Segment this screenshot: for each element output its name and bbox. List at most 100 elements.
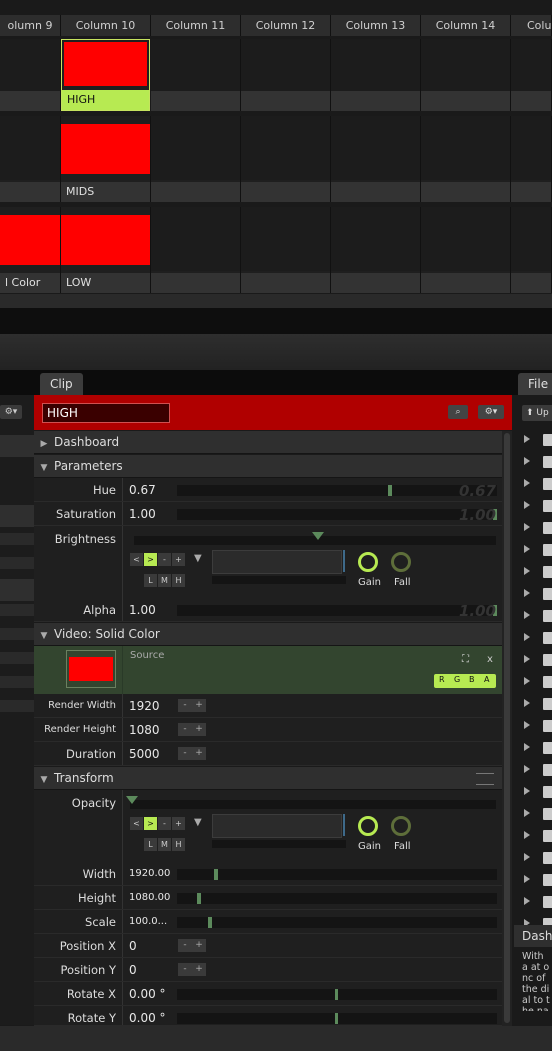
- chevron-down-icon[interactable]: ▼: [194, 553, 202, 564]
- tab-clip[interactable]: Clip: [40, 373, 83, 395]
- env-low-button[interactable]: L: [144, 838, 157, 851]
- gain-knob[interactable]: [358, 816, 378, 836]
- file-item[interactable]: [512, 539, 552, 561]
- gain-knob[interactable]: [358, 552, 378, 572]
- column-header-10[interactable]: Column 10: [61, 15, 151, 36]
- envelope-graph[interactable]: [212, 550, 342, 574]
- file-item[interactable]: [512, 583, 552, 605]
- clip-cell-color[interactable]: l Color: [0, 207, 61, 293]
- file-item[interactable]: [512, 517, 552, 539]
- clip-cell[interactable]: [151, 39, 241, 111]
- clip-cell[interactable]: [511, 207, 552, 293]
- file-item[interactable]: [512, 429, 552, 451]
- section-transform[interactable]: ▼ Transform: [34, 767, 502, 790]
- minus-button[interactable]: -: [178, 699, 192, 712]
- clip-cell[interactable]: [0, 116, 61, 202]
- env-prev-button[interactable]: <: [130, 553, 143, 566]
- scale-slider[interactable]: [177, 917, 497, 928]
- file-item[interactable]: [512, 473, 552, 495]
- fall-knob[interactable]: [391, 552, 411, 572]
- plus-button[interactable]: +: [192, 723, 206, 736]
- env-high-button[interactable]: H: [172, 574, 185, 587]
- clip-cell-mids[interactable]: MIDS: [61, 116, 151, 202]
- file-item[interactable]: [512, 627, 552, 649]
- gear-icon[interactable]: ⚙▾: [0, 405, 22, 419]
- env-minus-button[interactable]: -: [158, 553, 171, 566]
- file-item[interactable]: [512, 561, 552, 583]
- clip-cell[interactable]: [241, 39, 331, 111]
- rgba-toggle[interactable]: R G B A: [434, 674, 496, 688]
- minus-button[interactable]: -: [178, 963, 192, 976]
- plus-button[interactable]: +: [192, 963, 206, 976]
- envelope-range[interactable]: [212, 840, 346, 848]
- rotate-x-slider[interactable]: [177, 989, 497, 1000]
- search-icon[interactable]: ⌕: [448, 405, 468, 419]
- clip-cell-low[interactable]: LOW: [61, 207, 151, 293]
- column-header-13[interactable]: Column 13: [331, 15, 421, 36]
- opacity-slider[interactable]: [130, 800, 496, 809]
- env-next-button[interactable]: >: [144, 553, 157, 566]
- clip-cell[interactable]: [151, 207, 241, 293]
- tab-files[interactable]: File: [518, 373, 552, 395]
- file-item[interactable]: [512, 737, 552, 759]
- fullscreen-icon[interactable]: ⛶: [462, 654, 469, 665]
- opacity-handle[interactable]: [126, 796, 138, 804]
- clip-cell[interactable]: [421, 207, 511, 293]
- file-item[interactable]: [512, 649, 552, 671]
- minus-button[interactable]: -: [178, 939, 192, 952]
- column-header-15[interactable]: Colu: [511, 15, 552, 36]
- section-parameters[interactable]: ▼ Parameters: [34, 455, 502, 478]
- file-item[interactable]: [512, 671, 552, 693]
- drag-handle-icon[interactable]: [476, 773, 494, 785]
- close-icon[interactable]: x: [487, 654, 493, 665]
- column-header-12[interactable]: Column 12: [241, 15, 331, 36]
- source-thumbnail[interactable]: [66, 650, 116, 688]
- file-item[interactable]: [512, 891, 552, 913]
- env-mid-button[interactable]: M: [158, 574, 171, 587]
- brightness-handle[interactable]: [312, 532, 324, 540]
- plus-button[interactable]: +: [192, 747, 206, 760]
- section-dashboard[interactable]: ▶ Dashboard: [34, 431, 502, 454]
- file-item[interactable]: [512, 715, 552, 737]
- file-item[interactable]: [512, 781, 552, 803]
- section-video[interactable]: ▼ Video: Solid Color: [34, 623, 502, 646]
- height-slider[interactable]: [177, 893, 497, 904]
- env-high-button[interactable]: H: [172, 838, 185, 851]
- width-slider[interactable]: [177, 869, 497, 880]
- clip-cell[interactable]: [0, 39, 61, 111]
- clip-cell[interactable]: [331, 116, 421, 202]
- up-button[interactable]: ⬆ Up: [522, 405, 552, 421]
- clip-name-field[interactable]: HIGH: [42, 403, 170, 423]
- file-item[interactable]: [512, 869, 552, 891]
- env-minus-button[interactable]: -: [158, 817, 171, 830]
- clip-cell[interactable]: [421, 39, 511, 111]
- plus-button[interactable]: +: [192, 699, 206, 712]
- env-low-button[interactable]: L: [144, 574, 157, 587]
- file-item[interactable]: [512, 847, 552, 869]
- file-item[interactable]: [512, 451, 552, 473]
- hue-slider[interactable]: [177, 485, 497, 496]
- gear-icon[interactable]: ⚙▾: [478, 405, 504, 419]
- file-item[interactable]: [512, 495, 552, 517]
- column-header-9[interactable]: olumn 9: [0, 15, 61, 36]
- alpha-slider[interactable]: [177, 605, 497, 616]
- envelope-range[interactable]: [212, 576, 346, 584]
- clip-cell-high[interactable]: HIGH: [61, 39, 150, 111]
- clip-cell[interactable]: [241, 116, 331, 202]
- clip-cell[interactable]: [151, 116, 241, 202]
- file-item[interactable]: [512, 803, 552, 825]
- envelope-graph[interactable]: [212, 814, 342, 838]
- scrollbar-thumb[interactable]: [504, 433, 510, 1023]
- clip-cell[interactable]: [331, 207, 421, 293]
- env-prev-button[interactable]: <: [130, 817, 143, 830]
- file-item[interactable]: [512, 825, 552, 847]
- file-item[interactable]: [512, 693, 552, 715]
- clip-cell[interactable]: [511, 116, 552, 202]
- grid-scrollbar[interactable]: [0, 294, 552, 308]
- env-plus-button[interactable]: +: [172, 553, 185, 566]
- file-item[interactable]: [512, 605, 552, 627]
- fall-knob[interactable]: [391, 816, 411, 836]
- env-next-button[interactable]: >: [144, 817, 157, 830]
- minus-button[interactable]: -: [178, 747, 192, 760]
- saturation-slider[interactable]: [177, 509, 497, 520]
